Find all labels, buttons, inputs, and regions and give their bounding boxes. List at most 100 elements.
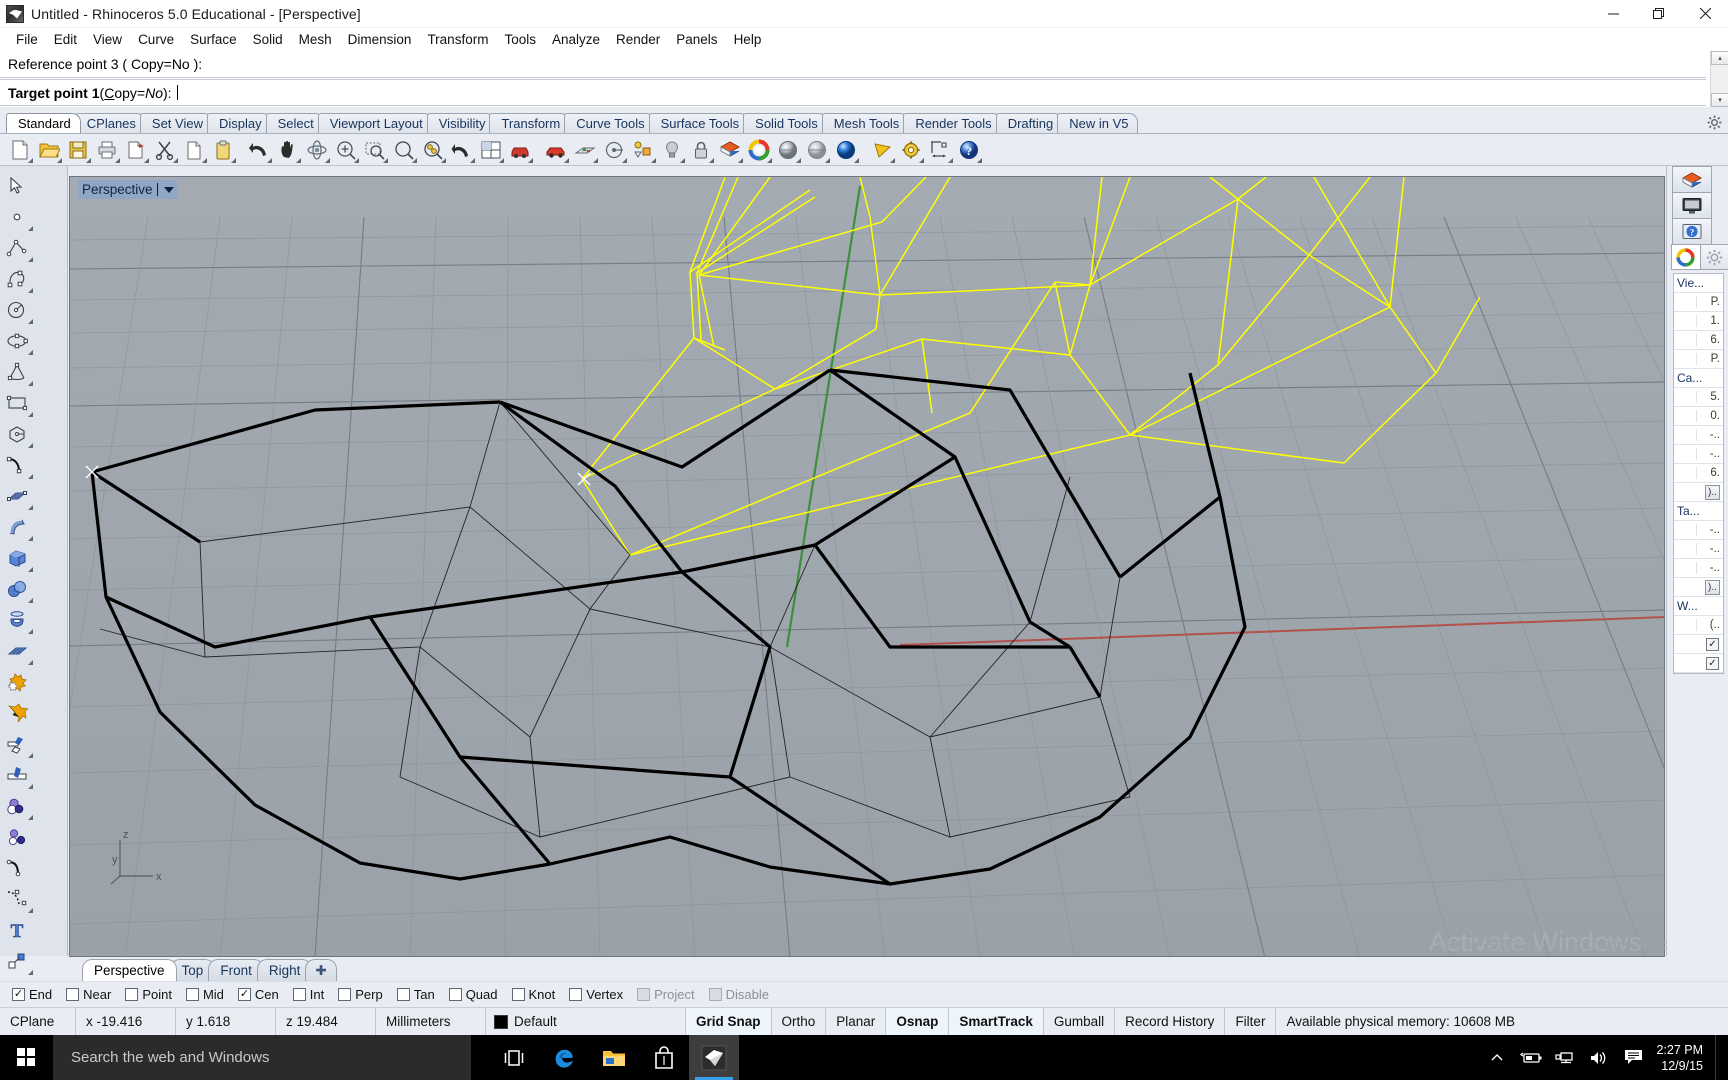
close-button[interactable] (1682, 0, 1728, 28)
undo-view-change-icon[interactable] (448, 136, 476, 164)
fillet-curve-icon[interactable] (0, 852, 34, 883)
menu-help[interactable]: Help (726, 30, 770, 49)
osnap-end[interactable]: ✓End (12, 987, 52, 1002)
osnap-knot-checkbox[interactable] (512, 988, 525, 1001)
surface-array-icon[interactable] (0, 635, 34, 666)
status-toggle-record-history[interactable]: Record History (1115, 1008, 1225, 1035)
properties-tab-icon[interactable] (1671, 244, 1701, 269)
layer-color-swatch[interactable] (494, 1015, 508, 1029)
surface-from-points-icon[interactable] (0, 480, 34, 511)
osnap-mid-checkbox[interactable] (186, 988, 199, 1001)
osnap-cen-checkbox[interactable]: ✓ (238, 988, 251, 1001)
task-view-icon[interactable] (489, 1035, 539, 1080)
rectangle-icon[interactable] (0, 387, 34, 418)
tab-mesh-tools[interactable]: Mesh Tools (822, 113, 910, 133)
explode-icon[interactable] (0, 697, 34, 728)
property-checkbox[interactable]: ✓ (1706, 638, 1719, 651)
osnap-perp[interactable]: Perp (338, 987, 382, 1002)
osnap-near[interactable]: Near (66, 987, 111, 1002)
status-toggle-gumball[interactable]: Gumball (1044, 1008, 1115, 1035)
property-row[interactable]: ).. (1674, 578, 1723, 597)
taskbar-search-input[interactable]: Search the web and Windows (53, 1035, 471, 1080)
menu-surface[interactable]: Surface (182, 30, 245, 49)
property-row[interactable]: 0. (1674, 407, 1723, 426)
sweep-surface-icon[interactable] (0, 511, 34, 542)
property-row[interactable]: 6. (1674, 331, 1723, 350)
chamfer-icon[interactable] (0, 883, 34, 914)
blend-icon[interactable] (0, 790, 34, 821)
rotate-view-icon[interactable] (303, 136, 331, 164)
tab-select[interactable]: Select (266, 113, 324, 133)
status-current-layer[interactable]: Default (486, 1008, 686, 1035)
cut-icon[interactable] (151, 136, 179, 164)
circle-icon[interactable] (0, 294, 34, 325)
osnap-tan[interactable]: Tan (397, 987, 435, 1002)
osnap-disable-checkbox[interactable] (709, 988, 722, 1001)
tab-viewport-layout[interactable]: Viewport Layout (318, 113, 433, 133)
osnap-disable[interactable]: Disable (709, 987, 769, 1002)
curve-from-objects-icon[interactable] (0, 449, 34, 480)
show-desktop-button[interactable] (1715, 1035, 1722, 1080)
menu-curve[interactable]: Curve (130, 30, 182, 49)
osnap-quad[interactable]: Quad (449, 987, 498, 1002)
osnap-int[interactable]: Int (293, 987, 324, 1002)
property-checkbox[interactable]: ✓ (1706, 657, 1719, 670)
command-scroll-down-button[interactable]: ▾ (1711, 93, 1728, 107)
property-row[interactable]: -.. (1674, 521, 1723, 540)
open-file-icon[interactable] (35, 136, 63, 164)
split-icon[interactable] (0, 759, 34, 790)
move-icon[interactable] (0, 945, 34, 976)
ghosted-view-icon[interactable] (803, 136, 831, 164)
paste-icon[interactable] (209, 136, 237, 164)
settings-tab-icon[interactable] (1700, 244, 1728, 269)
status-units[interactable]: Millimeters (376, 1008, 486, 1035)
tab-curve-tools[interactable]: Curve Tools (564, 113, 654, 133)
status-cplane[interactable]: CPlane (0, 1008, 76, 1035)
osnap-quad-checkbox[interactable] (449, 988, 462, 1001)
tab-visibility[interactable]: Visibility (427, 113, 496, 133)
point-icon[interactable] (0, 201, 34, 232)
light-icon[interactable] (658, 136, 686, 164)
tab-drafting[interactable]: Drafting (996, 113, 1064, 133)
osnap-knot[interactable]: Knot (512, 987, 556, 1002)
chevron-down-icon[interactable] (164, 187, 174, 193)
render-preview-icon[interactable] (506, 136, 534, 164)
print-icon[interactable] (93, 136, 121, 164)
menu-dimension[interactable]: Dimension (340, 30, 420, 49)
menu-mesh[interactable]: Mesh (291, 30, 340, 49)
menu-transform[interactable]: Transform (419, 30, 496, 49)
boolean-union-icon[interactable] (0, 666, 34, 697)
ellipse-icon[interactable] (0, 325, 34, 356)
menu-render[interactable]: Render (608, 30, 668, 49)
tab-render-tools[interactable]: Render Tools (903, 113, 1001, 133)
status-toggle-planar[interactable]: Planar (826, 1008, 886, 1035)
tab-solid-tools[interactable]: Solid Tools (743, 113, 828, 133)
car-render-icon[interactable] (542, 136, 570, 164)
rhinoceros-app-icon[interactable] (689, 1035, 739, 1080)
osnap-end-checkbox[interactable]: ✓ (12, 988, 25, 1001)
start-button[interactable] (0, 1035, 53, 1080)
lock-icon[interactable] (687, 136, 715, 164)
offset-icon[interactable] (0, 821, 34, 852)
property-row[interactable]: ✓ (1674, 654, 1723, 673)
osnap-mid[interactable]: Mid (186, 987, 224, 1002)
viewport-tab-right[interactable]: Right (257, 959, 313, 981)
osnap-int-checkbox[interactable] (293, 988, 306, 1001)
osnap-cen[interactable]: ✓Cen (238, 987, 279, 1002)
menu-tools[interactable]: Tools (496, 30, 544, 49)
viewport-label[interactable]: Perspective (78, 180, 177, 199)
action-center-icon[interactable] (1616, 1035, 1650, 1080)
spotlight-icon[interactable] (868, 136, 896, 164)
property-button[interactable]: ).. (1705, 485, 1720, 500)
osnap-near-checkbox[interactable] (66, 988, 79, 1001)
display-tab-icon[interactable] (1672, 192, 1712, 218)
property-row[interactable]: 5. (1674, 388, 1723, 407)
save-icon[interactable] (64, 136, 92, 164)
property-row[interactable]: P. (1674, 350, 1723, 369)
perspective-viewport[interactable]: Perspective z y x Activate Windows (69, 176, 1665, 957)
show-hidden-icons-icon[interactable] (1480, 1035, 1514, 1080)
osnap-vertex[interactable]: Vertex (569, 987, 623, 1002)
status-toggle-ortho[interactable]: Ortho (772, 1008, 827, 1035)
tab-cplanes[interactable]: CPlanes (75, 113, 146, 133)
property-row[interactable]: -.. (1674, 540, 1723, 559)
